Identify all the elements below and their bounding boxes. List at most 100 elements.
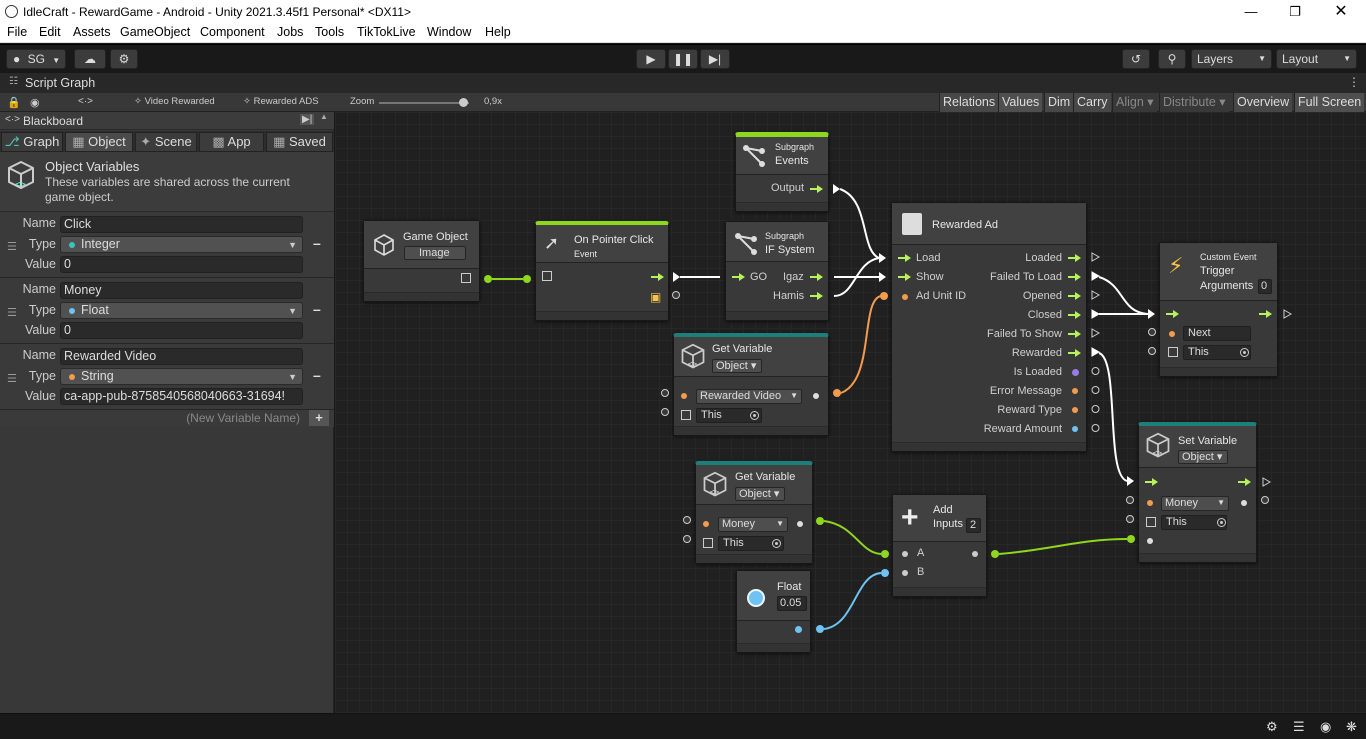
scroll-up-icon[interactable]: ▲ (320, 112, 328, 121)
control-output-arrow[interactable] (810, 185, 823, 193)
pause-button[interactable]: ❚❚ (668, 49, 698, 69)
port-control-out[interactable] (833, 184, 840, 194)
values-button[interactable]: Values (998, 93, 1043, 112)
port-in[interactable] (661, 408, 669, 416)
close-icon[interactable]: ✕ (1318, 0, 1364, 23)
menu-component[interactable]: Component (200, 25, 265, 39)
variable-value-field[interactable]: 0 (60, 322, 303, 339)
cloud-button[interactable]: ☁ (74, 49, 106, 69)
align-dropdown[interactable]: Align ▾ (1112, 93, 1157, 112)
variable-name-field[interactable]: Click (60, 216, 303, 233)
variable-kind-dropdown[interactable]: Object ▾ (735, 487, 785, 501)
node-on-pointer-click[interactable]: ➚ On Pointer Click Event ▣ (535, 221, 669, 321)
layers-dropdown[interactable]: Layers ▼ (1191, 49, 1272, 69)
dim-button[interactable]: Dim (1044, 93, 1074, 112)
cache-icon[interactable]: ☰ (1293, 719, 1305, 735)
node-get-variable-rewarded[interactable]: <> Get Variable Object ▾ Rewarded Video ▼… (673, 333, 829, 436)
control-input-arrow[interactable] (898, 273, 911, 281)
port-out[interactable] (816, 517, 824, 525)
settings-icon[interactable]: ◉ (30, 96, 40, 109)
control-input-arrow[interactable] (1166, 310, 1179, 318)
port-data-out[interactable] (672, 291, 680, 299)
inputs-count-field[interactable]: 2 (966, 518, 981, 533)
port-control-out[interactable] (673, 272, 680, 282)
bug-icon[interactable]: ❋ (1346, 719, 1357, 735)
port-control-in[interactable] (1127, 476, 1134, 486)
full-screen-button[interactable]: Full Screen (1294, 93, 1365, 112)
port-control-out[interactable] (1283, 309, 1293, 319)
remove-variable-button[interactable]: – (313, 235, 321, 251)
port-a-in[interactable] (881, 550, 889, 558)
port-load-in[interactable] (879, 253, 886, 263)
tab-saved[interactable]: ▦ Saved (266, 132, 333, 152)
object-picker-icon[interactable] (772, 539, 781, 548)
control-output-arrow[interactable] (1068, 330, 1081, 338)
variable-kind-dropdown[interactable]: Object ▾ (1178, 450, 1228, 464)
object-picker-icon[interactable] (1217, 518, 1226, 527)
port-value-in[interactable] (1127, 535, 1135, 543)
drag-handle-icon[interactable]: ☰ (7, 306, 17, 319)
tab-object[interactable]: ▦ Object (65, 132, 133, 152)
more-options-icon[interactable]: ⋮ (1348, 75, 1360, 89)
carry-button[interactable]: Carry (1073, 93, 1111, 112)
drag-handle-icon[interactable]: ☰ (7, 240, 17, 253)
port-in[interactable] (1148, 328, 1156, 336)
remove-variable-button[interactable]: – (313, 367, 321, 383)
port-output[interactable] (484, 275, 492, 283)
port-in[interactable] (1126, 496, 1134, 504)
graph-canvas[interactable] (335, 112, 1366, 713)
maximize-icon[interactable]: ❐ (1272, 0, 1318, 23)
menu-edit[interactable]: Edit (39, 25, 61, 39)
menu-assets[interactable]: Assets (73, 25, 111, 39)
variable-value-field[interactable]: 0 (60, 256, 303, 273)
breadcrumb-video-rewarded[interactable]: ✧ Video Rewarded (134, 96, 215, 107)
bake-icon[interactable]: ◉ (1320, 719, 1331, 735)
lock-icon[interactable]: 🔒 (7, 96, 21, 109)
menu-file[interactable]: File (7, 25, 27, 39)
menu-jobs[interactable]: Jobs (277, 25, 303, 39)
variable-type-dropdown[interactable]: Float ▼ (60, 302, 303, 319)
variable-type-dropdown[interactable]: Integer ▼ (60, 236, 303, 253)
menu-help[interactable]: Help (485, 25, 511, 39)
node-subgraph-if[interactable]: Subgraph IF System GO Igaz Hamis (725, 221, 829, 321)
remove-variable-button[interactable]: – (313, 301, 321, 317)
object-picker-icon[interactable] (750, 411, 759, 420)
object-picker-icon[interactable] (1240, 348, 1249, 357)
port-in[interactable] (661, 389, 669, 397)
port-out[interactable] (1261, 496, 1269, 504)
collab-button[interactable]: ⚙ (110, 49, 138, 69)
node-trigger-custom-event[interactable]: ⚡ Custom Event Trigger Arguments 0 Next … (1159, 242, 1278, 377)
node-float[interactable]: Float 0.05 (736, 570, 811, 653)
distribute-dropdown[interactable]: Distribute ▾ (1159, 93, 1229, 112)
zoom-slider-track[interactable] (379, 102, 469, 104)
control-input-arrow[interactable] (1145, 478, 1158, 486)
variable-value-field[interactable]: ca-app-pub-8758540568040663-31694! (60, 388, 303, 405)
port-in[interactable] (1148, 347, 1156, 355)
minimize-icon[interactable]: — (1228, 0, 1274, 23)
control-output-arrow[interactable] (651, 273, 664, 281)
play-button[interactable]: ▶ (636, 49, 666, 69)
debug-icon[interactable]: ⚙ (1266, 719, 1278, 735)
variable-name-field[interactable]: Rewarded Video (60, 348, 303, 365)
node-get-variable-money[interactable]: <> Get Variable Object ▾ Money ▼ This (695, 461, 813, 564)
account-dropdown[interactable]: ● SG ▼ (6, 49, 66, 69)
control-output-arrow[interactable] (810, 292, 823, 300)
float-value-field[interactable]: 0.05 (777, 596, 807, 611)
component-dropdown[interactable]: Image (404, 246, 466, 260)
menu-gameobject[interactable]: GameObject (120, 25, 190, 39)
variable-kind-dropdown[interactable]: Object ▾ (712, 359, 762, 373)
event-name-field[interactable]: Next (1183, 326, 1251, 341)
control-input-arrow[interactable] (732, 273, 745, 281)
overview-button[interactable]: Overview (1233, 93, 1293, 112)
control-output-arrow[interactable] (1068, 311, 1081, 319)
port-show-in[interactable] (879, 272, 886, 282)
port-out[interactable] (991, 550, 999, 558)
port-out[interactable] (816, 625, 824, 633)
layout-dropdown[interactable]: Layout ▼ (1276, 49, 1357, 69)
control-output-arrow[interactable] (1068, 349, 1081, 357)
node-rewarded-ad[interactable]: Rewarded Ad Load Show Ad Unit ID Loaded … (891, 202, 1087, 452)
variable-name-dropdown[interactable]: Money ▼ (1161, 496, 1229, 511)
zoom-slider-handle[interactable] (459, 98, 468, 107)
menu-tools[interactable]: Tools (315, 25, 344, 39)
port-control-in[interactable] (1148, 309, 1155, 319)
